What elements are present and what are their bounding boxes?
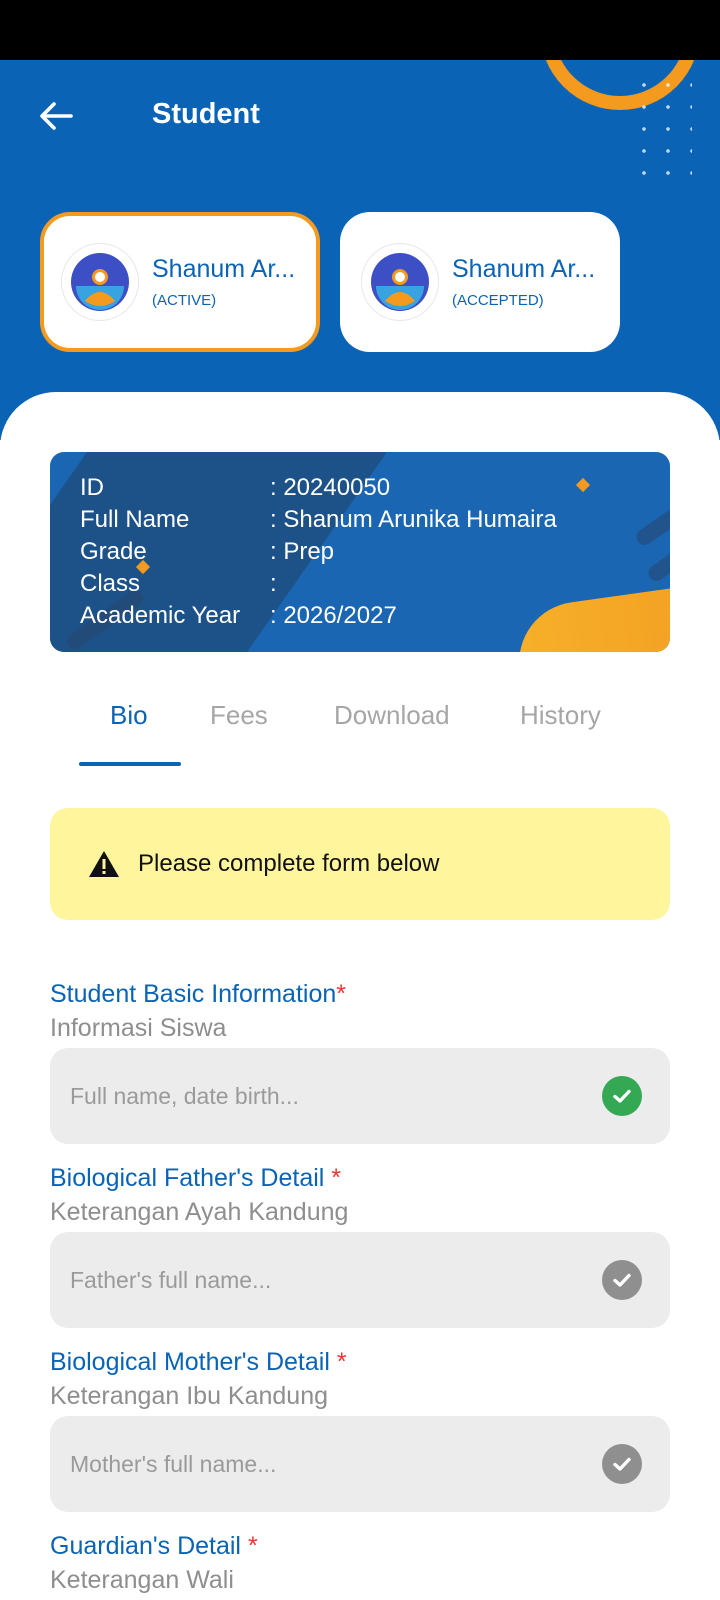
back-button[interactable] — [36, 96, 76, 136]
section-title-text: Biological Mother's Detail — [50, 1348, 330, 1376]
field-placeholder: Full name, date birth... — [70, 1082, 299, 1109]
status-bar — [0, 0, 720, 60]
id-value: : Shanum Arunika Humaira — [270, 506, 557, 533]
check-circle-icon — [602, 1076, 642, 1116]
id-row: Grade : Prep — [80, 536, 557, 568]
student-card-accepted[interactable]: Shanum Ar... (ACCEPTED) — [340, 212, 620, 352]
tab-bar: Bio Fees Download History — [50, 690, 670, 770]
id-value: : Prep — [270, 538, 335, 565]
id-label: Full Name — [80, 506, 190, 533]
required-mark: * — [336, 1348, 347, 1376]
required-mark: * — [331, 1164, 342, 1192]
tab-fees[interactable]: Fees — [210, 700, 268, 731]
required-mark: * — [336, 980, 347, 1008]
card-diamond — [575, 477, 591, 493]
id-label: Academic Year — [80, 602, 241, 629]
field-placeholder: Mother's full name... — [70, 1450, 277, 1477]
student-name: Shanum Ar... — [452, 255, 596, 283]
id-row: Full Name : Shanum Arunika Humaira — [80, 504, 557, 536]
section-title-text: Guardian's Detail — [50, 1532, 241, 1560]
check-circle-icon — [602, 1444, 642, 1484]
student-status: (ACTIVE) — [152, 292, 217, 309]
section-title-mother: Biological Mother's Detail * — [50, 1348, 347, 1377]
id-label: Class — [80, 570, 141, 597]
id-value: : 20240050 — [270, 474, 391, 501]
page-title: Student — [152, 98, 260, 130]
section-subtitle: Keterangan Wali — [50, 1566, 234, 1594]
father-detail-field[interactable]: Father's full name... — [50, 1232, 670, 1328]
id-row: Academic Year : 2026/2027 — [80, 600, 557, 632]
field-placeholder: Father's full name... — [70, 1266, 272, 1293]
warning-icon — [89, 851, 119, 877]
check-circle-icon — [602, 1260, 642, 1300]
id-label: Grade — [80, 538, 147, 565]
student-name: Shanum Ar... — [152, 255, 296, 283]
section-title-text: Student Basic Information — [50, 980, 337, 1008]
student-status: (ACCEPTED) — [452, 292, 544, 309]
id-value: : — [270, 570, 277, 597]
decorative-dots — [632, 74, 692, 184]
avatar — [362, 244, 438, 320]
section-subtitle: Keterangan Ayah Kandung — [50, 1198, 349, 1226]
section-subtitle: Keterangan Ibu Kandung — [50, 1382, 329, 1410]
id-value: : 2026/2027 — [270, 602, 397, 629]
id-label: ID — [80, 474, 104, 501]
section-subtitle: Informasi Siswa — [50, 1014, 227, 1042]
avatar — [62, 244, 138, 320]
tab-history[interactable]: History — [520, 700, 601, 731]
id-row: ID : 20240050 — [80, 472, 557, 504]
alert-banner: Please complete form below — [50, 808, 670, 920]
student-avatar-icon — [71, 253, 129, 311]
alert-text: Please complete form below — [138, 850, 440, 877]
tab-download[interactable]: Download — [334, 700, 450, 731]
student-basic-info-field[interactable]: Full name, date birth... — [50, 1048, 670, 1144]
tab-bio[interactable]: Bio — [110, 700, 148, 731]
card-stripe — [633, 471, 670, 549]
section-title-father: Biological Father's Detail * — [50, 1164, 341, 1193]
student-card-active[interactable]: Shanum Ar... (ACTIVE) — [40, 212, 320, 352]
required-mark: * — [247, 1532, 258, 1560]
section-title-student-basic: Student Basic Information* — [50, 980, 346, 1009]
student-id-card: ID : 20240050 Full Name : Shanum Arunika… — [50, 452, 670, 652]
arrow-left-icon — [40, 102, 73, 130]
mother-detail-field[interactable]: Mother's full name... — [50, 1416, 670, 1512]
section-title-text: Biological Father's Detail — [50, 1164, 325, 1192]
tab-indicator — [79, 762, 181, 766]
id-row: Class : — [80, 568, 557, 600]
section-title-guardian: Guardian's Detail * — [50, 1532, 258, 1561]
student-avatar-icon — [371, 253, 429, 311]
